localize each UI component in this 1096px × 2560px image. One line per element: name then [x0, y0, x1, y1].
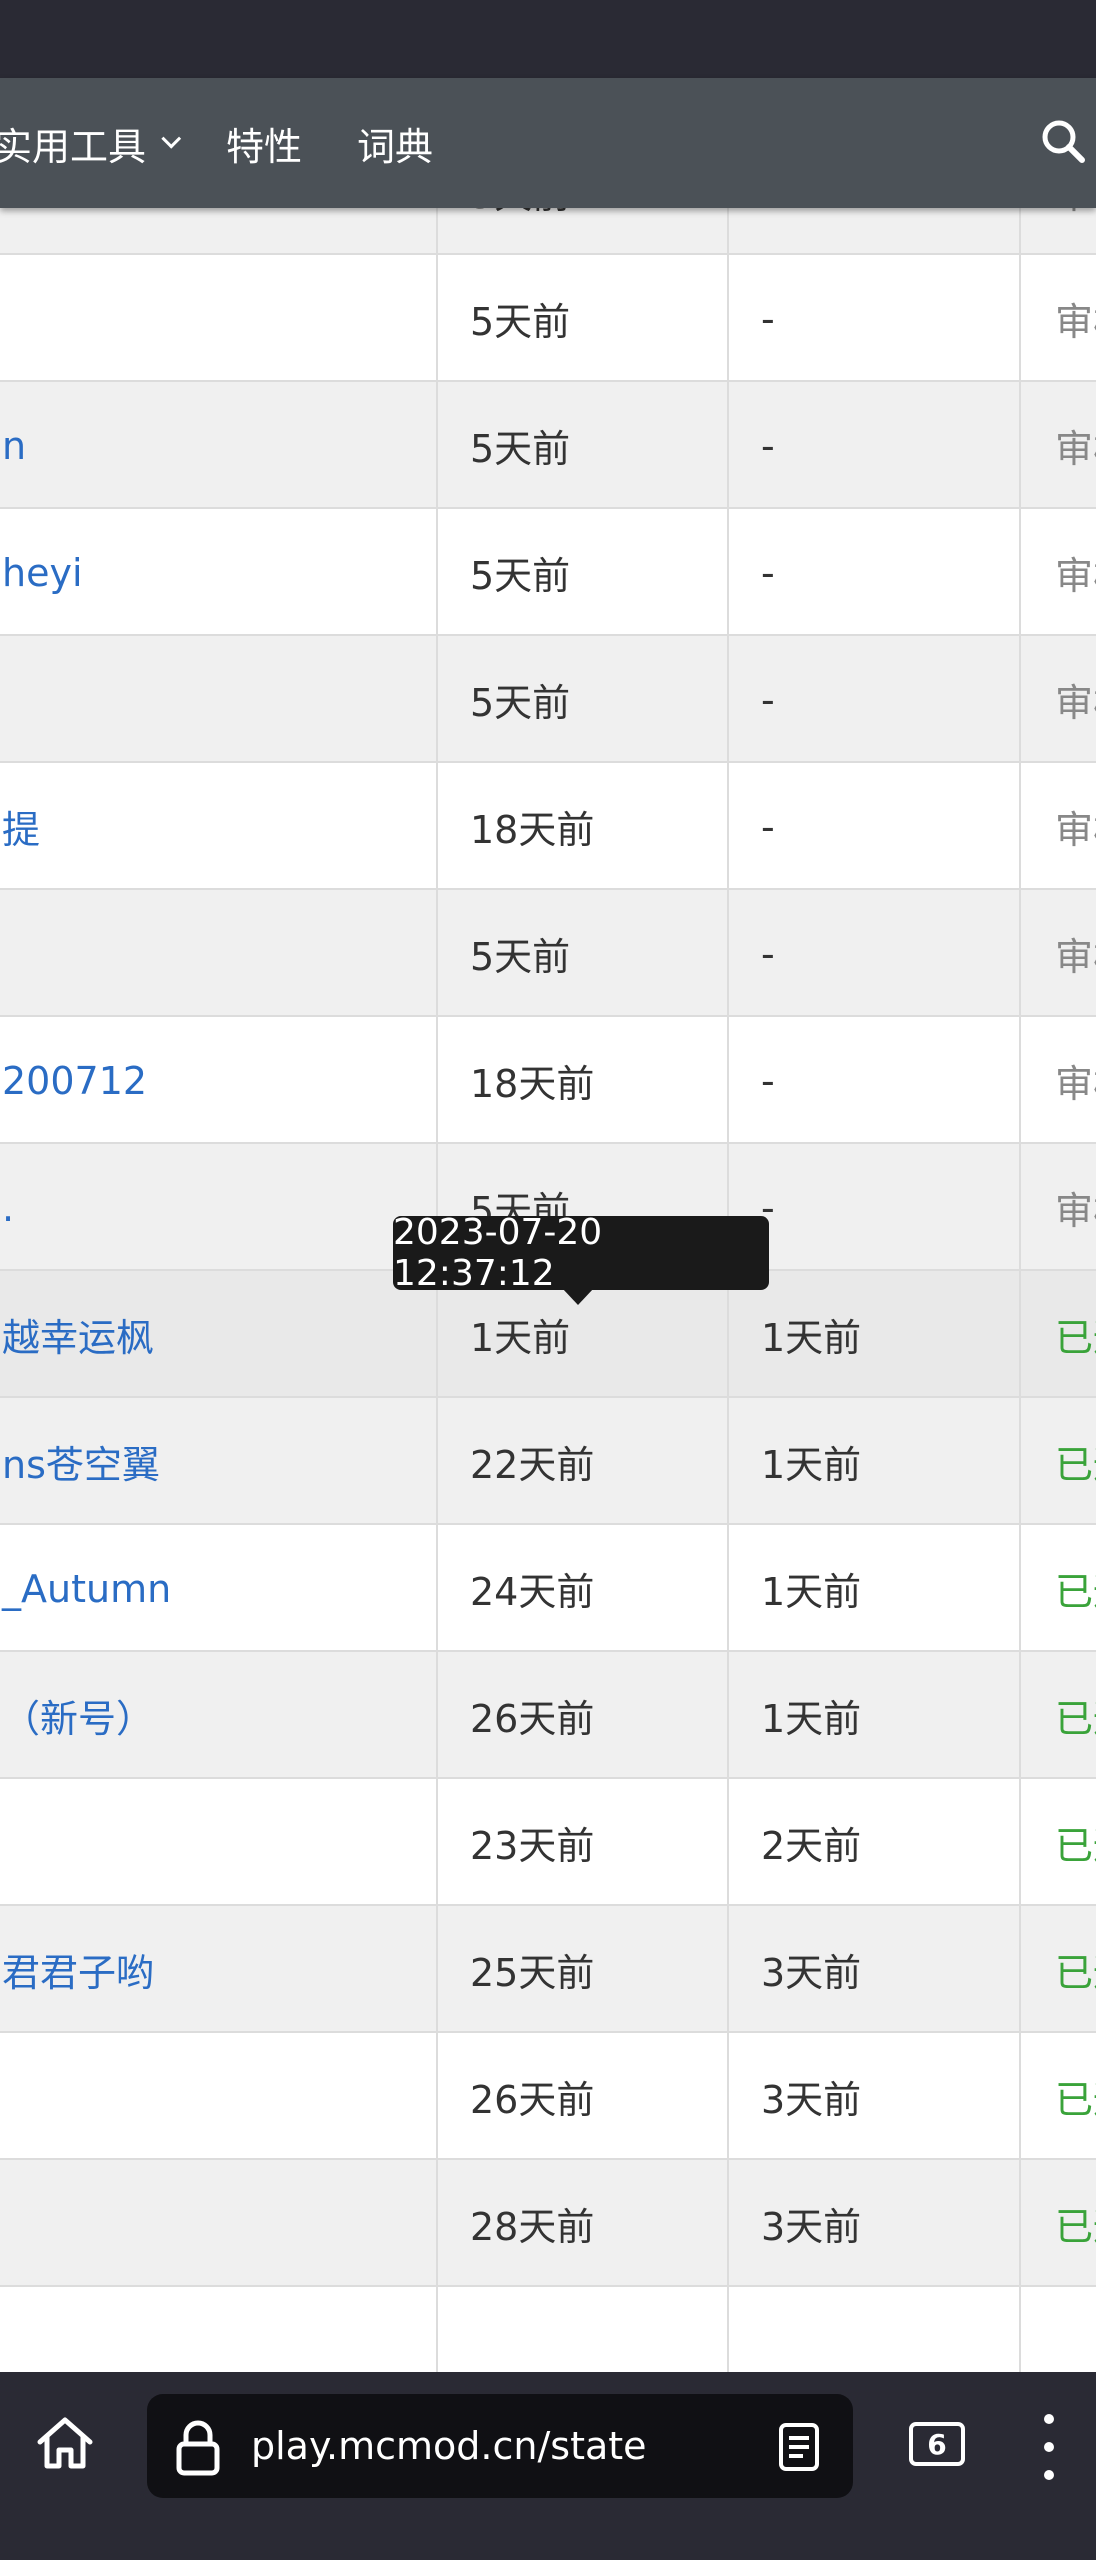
user-name-link[interactable]: 越幸运枫 [0, 1271, 434, 1398]
user-name-link[interactable]: _Autumn [0, 1525, 434, 1652]
updated-time-cell: - [727, 509, 1018, 636]
status-cell: 审核中 [1019, 636, 1096, 763]
lock-icon [176, 2420, 220, 2476]
table-row: 5天前-审核中 [0, 890, 1096, 1017]
user-name-link[interactable] [0, 2033, 434, 2160]
user-name-link[interactable]: （新号） [0, 1652, 434, 1779]
table-row: _Autumn24天前1天前已通过 [0, 1525, 1096, 1652]
table-row: 20071218天前-审核中 [0, 1017, 1096, 1144]
status-cell: 审核中 [1019, 1144, 1096, 1271]
table-row: 5天前-审核中 [0, 636, 1096, 763]
updated-time-cell: 1天前 [727, 1271, 1018, 1398]
status-cell: 审核中 [1019, 382, 1096, 509]
nav-features-link[interactable]: 特性 [226, 78, 302, 208]
table-row: 君君子哟25天前3天前已通过 [0, 1906, 1096, 2033]
status-cell: 审核中 [1019, 890, 1096, 1017]
created-time-cell: 28天前 [436, 2160, 726, 2287]
created-time-cell: 26天前 [436, 2033, 726, 2160]
browser-bottom-bar: play.mcmod.cn/state 6 [0, 2372, 1096, 2560]
updated-time-cell: 1天前 [727, 1398, 1018, 1525]
updated-time-cell: - [727, 382, 1018, 509]
status-cell: 已通过 [1019, 2160, 1096, 2287]
status-cell: 已通过 [1019, 1652, 1096, 1779]
user-name-link[interactable]: 200712 [0, 1017, 434, 1144]
created-time-cell: 22天前 [436, 1398, 726, 1525]
table-row: n5天前-审核中 [0, 382, 1096, 509]
table-row [0, 2287, 1096, 2372]
search-icon[interactable] [1040, 118, 1086, 164]
table-row: 28天前3天前已通过 [0, 2160, 1096, 2287]
created-time-cell: 18天前 [436, 763, 726, 890]
created-time-cell: 5天前 [436, 382, 726, 509]
user-name-link[interactable] [0, 890, 434, 1017]
created-time-cell: 5天前 [436, 255, 726, 382]
updated-time-cell: - [727, 255, 1018, 382]
timestamp-tooltip: 2023-07-20 12:37:12 [393, 1212, 769, 1294]
user-name-link[interactable]: heyi [0, 509, 434, 636]
updated-time-cell: 1天前 [727, 1652, 1018, 1779]
status-cell: 审核中 [1019, 763, 1096, 890]
updated-time-cell [727, 2287, 1018, 2372]
chevron-down-icon [161, 128, 182, 149]
updated-time-cell: - [727, 1144, 1018, 1271]
nav-tools-label: 实用工具 [0, 124, 147, 169]
user-name-link[interactable]: 提 [0, 763, 434, 890]
user-name-link[interactable]: . [0, 1144, 434, 1271]
created-time-cell: 5天前 [436, 636, 726, 763]
table-row: 23天前2天前已通过 [0, 1779, 1096, 1906]
status-cell: 已通过 [1019, 1906, 1096, 2033]
user-name-link[interactable]: ns苍空翼 [0, 1398, 434, 1525]
user-name-link[interactable]: 君君子哟 [0, 1906, 434, 2033]
tab-count-button[interactable]: 6 [909, 2422, 965, 2466]
home-icon[interactable] [34, 2412, 96, 2474]
status-cell: 审核中 [1019, 509, 1096, 636]
site-navbar: 实用工具 特性 词典 [0, 78, 1096, 208]
nav-tools-menu[interactable]: 实用工具 [0, 78, 182, 208]
created-time-cell: 5天前 [436, 890, 726, 1017]
system-status-bar [0, 0, 1096, 78]
updated-time-cell: 2天前 [727, 1779, 1018, 1906]
created-time-cell: 24天前 [436, 1525, 726, 1652]
user-name-link[interactable]: n [0, 382, 434, 509]
updated-time-cell: 3天前 [727, 1906, 1018, 2033]
status-cell: 已通过 [1019, 1271, 1096, 1398]
table-row: ns苍空翼22天前1天前已通过 [0, 1398, 1096, 1525]
user-name-link[interactable] [0, 636, 434, 763]
status-cell: 审核中 [1019, 1017, 1096, 1144]
status-cell [1019, 2287, 1096, 2372]
updated-time-cell: 1天前 [727, 1525, 1018, 1652]
table-row: 5天前-审核中 [0, 255, 1096, 382]
created-time-cell: 23天前 [436, 1779, 726, 1906]
address-bar[interactable]: play.mcmod.cn/state [147, 2394, 853, 2498]
reader-mode-icon[interactable] [777, 2422, 821, 2472]
updated-time-cell: 3天前 [727, 2160, 1018, 2287]
nav-dictionary-link[interactable]: 词典 [357, 78, 433, 208]
user-name-link[interactable] [0, 2160, 434, 2287]
user-name-link[interactable] [0, 255, 434, 382]
table-row: heyi5天前-审核中 [0, 509, 1096, 636]
updated-time-cell: - [727, 890, 1018, 1017]
status-cell: 已通过 [1019, 1525, 1096, 1652]
updated-time-cell: 3天前 [727, 2033, 1018, 2160]
created-time-cell: 26天前 [436, 1652, 726, 1779]
status-cell: 审核中 [1019, 255, 1096, 382]
status-cell: 已通过 [1019, 2033, 1096, 2160]
created-time-cell: 5天前 [436, 509, 726, 636]
url-text: play.mcmod.cn/state [251, 2424, 647, 2468]
table-row: 提18天前-审核中 [0, 763, 1096, 890]
user-name-link[interactable] [0, 1779, 434, 1906]
status-cell: 已通过 [1019, 1398, 1096, 1525]
updated-time-cell: - [727, 1017, 1018, 1144]
created-time-cell: 18天前 [436, 1017, 726, 1144]
updated-time-cell: - [727, 763, 1018, 890]
user-name-link[interactable] [0, 2287, 434, 2372]
table-row: 26天前3天前已通过 [0, 2033, 1096, 2160]
created-time-cell [436, 2287, 726, 2372]
more-vert-icon[interactable] [1034, 2414, 1064, 2480]
status-cell: 已通过 [1019, 1779, 1096, 1906]
updated-time-cell: - [727, 636, 1018, 763]
table-row: （新号）26天前1天前已通过 [0, 1652, 1096, 1779]
created-time-cell: 25天前 [436, 1906, 726, 2033]
